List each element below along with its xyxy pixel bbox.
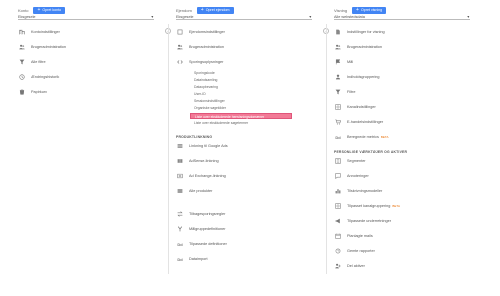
referral-exclusion-list-link[interactable]: Liste over ekskluderede henvisningsdomæn… [190, 113, 292, 119]
caret-down-icon: ▼ [308, 14, 312, 19]
calendar-icon [334, 233, 342, 239]
building-icon [18, 29, 26, 35]
postback-rules-item[interactable]: Tilbagesporingsregler [176, 210, 225, 218]
content-grouping-item[interactable]: Indholdsgruppering [334, 73, 380, 81]
saved-reports-item[interactable]: Gemte rapporter [334, 247, 375, 255]
ecommerce-settings-item[interactable]: E-handelsindstillinger [334, 118, 383, 126]
view-settings-item[interactable]: Indstillinger for visning [334, 28, 385, 36]
bars-icon [334, 188, 342, 194]
create-view-button[interactable]: + Opret visning [352, 6, 387, 14]
property-selector[interactable]: Eksgesele ▼ [176, 14, 312, 20]
trash-icon [18, 89, 26, 95]
share-users-icon [334, 263, 342, 269]
account-selector[interactable]: Eksgesele ▼ [18, 14, 154, 20]
tracking-info-item[interactable]: Sporingsoplysninger [176, 58, 223, 66]
organic-search-sources-link[interactable]: Organiske søgekilder [194, 106, 226, 111]
view-header: Visning + Opret visning [334, 6, 387, 14]
plus-icon: + [356, 6, 359, 13]
annotations-item[interactable]: Annoteringer [334, 172, 369, 180]
dd-icon: Dd [177, 256, 183, 262]
user-id-link[interactable]: User-ID [194, 92, 206, 97]
grid-icon [176, 158, 184, 164]
plus-icon: + [200, 6, 204, 13]
data-retention-link[interactable]: Dataopbevaring [194, 85, 218, 90]
account-user-admin-item[interactable]: Brugeradministration [18, 43, 66, 51]
view-selector[interactable]: Alle webstedsdata ▼ [334, 14, 470, 20]
grid-icon [176, 143, 184, 149]
audience-definitions-item[interactable]: Målgruppedefinitioner [176, 225, 226, 233]
report-icon [334, 248, 342, 254]
session-settings-link[interactable]: Sessionsindstillinger [194, 99, 225, 104]
attribution-models-item[interactable]: Tilskrivningsmodeller [334, 187, 382, 195]
segments-item[interactable]: Segmenter [334, 157, 366, 165]
users-icon [176, 44, 184, 50]
share-assets-item[interactable]: Del aktiver [334, 262, 365, 270]
property-settings-item[interactable]: Ejendomsindstillinger [176, 28, 225, 36]
grid-icon [176, 173, 184, 179]
view-column: Visning + Opret visning Alle webstedsdat… [334, 0, 474, 296]
account-filters-item[interactable]: Alle filtre [18, 58, 46, 66]
users-icon [334, 44, 342, 50]
google-ads-linking-item[interactable]: Linkning til Google Ads [176, 142, 228, 150]
account-trash-item[interactable]: Papirkurv [18, 88, 47, 96]
dd-icon: Dd [177, 241, 183, 247]
property-header: Ejendom + Opret ejendom [176, 6, 234, 14]
tracking-code-link[interactable]: Sporingskode [194, 71, 215, 76]
search-term-exclusion-list-link[interactable]: Liste over ekskluderede søgetermer [194, 121, 248, 126]
view-label: Visning [334, 7, 348, 13]
create-property-button[interactable]: + Opret ejendom [196, 6, 234, 14]
column-divider [168, 24, 169, 274]
view-user-admin-item[interactable]: Brugeradministration [334, 43, 382, 51]
cart-icon [334, 119, 342, 125]
custom-definitions-item[interactable]: Dd Tilpassede definitioner [176, 240, 227, 248]
custom-alerts-item[interactable]: Tilpassede underretninger [334, 217, 391, 225]
square-icon [176, 29, 184, 35]
grid-icon [334, 203, 342, 209]
account-header: Konto + Opret konto [18, 6, 66, 14]
account-label: Konto [18, 7, 29, 13]
plus-icon: + [37, 6, 41, 13]
adsense-linking-item[interactable]: AdSense-linkning [176, 157, 219, 165]
beta-badge: BETA [392, 204, 400, 208]
product-linking-section-title: PRODUKTLINKNING [176, 135, 213, 139]
column-divider [326, 24, 327, 274]
caret-down-icon: ▼ [466, 14, 470, 19]
goals-item[interactable]: Mål [334, 58, 353, 66]
person-icon [334, 74, 342, 80]
personal-tools-section-title: PERSONLIGE VÆRKTØJER OG AKTIVER [334, 150, 408, 154]
code-icon [176, 59, 184, 65]
grid-icon [176, 188, 184, 194]
caret-down-icon: ▼ [150, 14, 154, 19]
fork-icon [176, 226, 184, 232]
channel-settings-item[interactable]: Kanalindstillinger [334, 103, 376, 111]
arrows-icon [176, 211, 184, 217]
all-products-item[interactable]: Alle produkter [176, 187, 212, 195]
megaphone-icon [334, 218, 342, 224]
grid-icon [334, 104, 342, 110]
property-column: Ejendom + Opret ejendom Eksgesele ▼ Ejen… [176, 0, 316, 296]
calculated-metrics-item[interactable]: Dd Beregnede metrics BETA [334, 133, 389, 141]
note-icon [334, 173, 342, 179]
filter-icon [334, 89, 342, 95]
doc-icon [334, 29, 342, 35]
users-icon [18, 44, 26, 50]
beta-badge: BETA [380, 135, 389, 139]
dd-icon: Dd [335, 134, 341, 140]
segment-icon [334, 158, 342, 164]
filter-icon [18, 59, 26, 65]
account-settings-item[interactable]: Kontoindstillinger [18, 28, 60, 36]
create-account-button[interactable]: + Opret konto [33, 6, 66, 14]
custom-channel-grouping-item[interactable]: Tilpasset kanalgruppering BETA [334, 202, 400, 210]
property-user-admin-item[interactable]: Brugeradministration [176, 43, 224, 51]
flag-icon [334, 59, 342, 65]
history-icon [18, 74, 26, 80]
data-collection-link[interactable]: Dataindsamling [194, 78, 217, 83]
view-filters-item[interactable]: Filtre [334, 88, 355, 96]
property-label: Ejendom [176, 7, 192, 13]
data-import-item[interactable]: Dd Dataimport [176, 255, 207, 263]
ad-exchange-linking-item[interactable]: Ad Exchange-linkning [176, 172, 226, 180]
account-history-item[interactable]: Ændringshistorik [18, 73, 59, 81]
account-column: Konto + Opret konto Eksgesele ▼ Kontoind… [18, 0, 158, 296]
scheduled-emails-item[interactable]: Planlagte mails [334, 232, 373, 240]
